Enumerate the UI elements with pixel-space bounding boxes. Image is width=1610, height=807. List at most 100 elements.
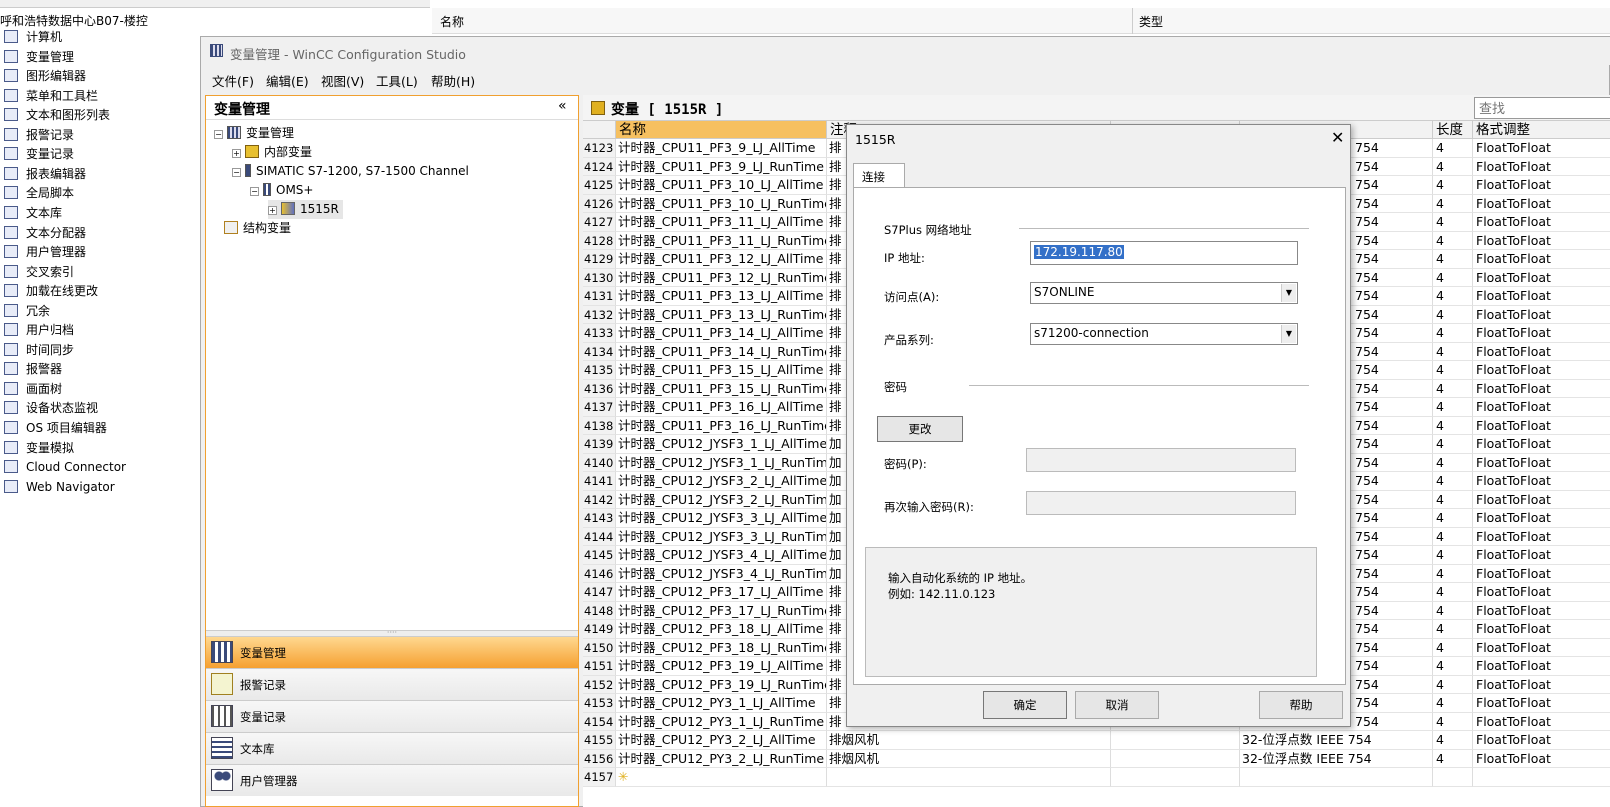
tag-name-cell[interactable]: 计时器_CPU11_PF3_13_LJ_RunTime bbox=[616, 305, 827, 324]
tag-length-cell[interactable]: 4 bbox=[1433, 601, 1473, 620]
row-number-cell[interactable]: 4146 bbox=[583, 564, 616, 583]
tag-format-cell[interactable]: FloatToFloat bbox=[1473, 639, 1610, 657]
tag-name-cell[interactable]: 计时器_CPU12_JYSF3_3_LJ_RunTim bbox=[616, 527, 827, 546]
tag-length-cell[interactable]: 4 bbox=[1433, 157, 1473, 176]
tag-length-cell[interactable]: 4 bbox=[1433, 749, 1473, 768]
tag-format-cell[interactable]: FloatToFloat bbox=[1473, 361, 1610, 380]
menu-tools[interactable]: 工具(L) bbox=[376, 71, 418, 90]
ip-address-input[interactable]: 172.19.117.80 bbox=[1030, 241, 1298, 265]
tag-name-cell[interactable]: 计时器_CPU12_PY3_1_LJ_AllTime bbox=[616, 694, 827, 713]
tag-name-cell[interactable]: 计时器_CPU11_PF3_14_LJ_AllTime bbox=[616, 324, 827, 343]
tag-length-cell[interactable]: 4 bbox=[1433, 268, 1473, 287]
project-tree-item[interactable]: 用户归档 bbox=[0, 321, 74, 341]
blank-cell[interactable] bbox=[1111, 749, 1240, 768]
tag-name-cell[interactable]: 计时器_CPU12_JYSF3_1_LJ_RunTim bbox=[616, 453, 827, 472]
tag-format-cell[interactable]: FloatToFloat bbox=[1473, 250, 1610, 269]
tag-name-cell[interactable]: 计时器_CPU12_PF3_19_LJ_RunTime bbox=[616, 675, 827, 694]
tag-format-cell[interactable]: FloatToFloat bbox=[1473, 472, 1610, 491]
tag-format-cell[interactable]: FloatToFloat bbox=[1473, 694, 1610, 713]
row-number-cell[interactable]: 4147 bbox=[583, 583, 616, 602]
search-input[interactable] bbox=[1474, 97, 1610, 119]
tag-length-cell[interactable]: 4 bbox=[1433, 657, 1473, 676]
tag-format-cell[interactable]: FloatToFloat bbox=[1473, 176, 1610, 195]
expand-toggle-icon[interactable]: + bbox=[232, 149, 241, 158]
tag-length-cell[interactable]: 4 bbox=[1433, 731, 1473, 750]
tag-format-cell[interactable]: FloatToFloat bbox=[1473, 380, 1610, 398]
tag-format-cell[interactable]: FloatToFloat bbox=[1473, 528, 1610, 546]
tree-item-oms[interactable]: − OMS+ bbox=[250, 181, 313, 200]
menu-help[interactable]: 帮助(H) bbox=[431, 71, 475, 90]
tag-length-cell[interactable]: 4 bbox=[1433, 342, 1473, 361]
cancel-button[interactable]: 取消 bbox=[1075, 691, 1159, 719]
tag-length-cell[interactable]: 4 bbox=[1433, 305, 1473, 324]
row-number-cell[interactable]: 4129 bbox=[583, 250, 616, 269]
tag-format-cell[interactable]: FloatToFloat bbox=[1473, 657, 1610, 676]
tag-name-cell[interactable]: 计时器_CPU12_JYSF3_1_LJ_AllTime bbox=[616, 435, 827, 454]
row-number-cell[interactable]: 4128 bbox=[583, 231, 616, 250]
tag-format-cell[interactable]: FloatToFloat bbox=[1473, 713, 1610, 731]
tag-length-cell[interactable]: 4 bbox=[1433, 583, 1473, 602]
tag-format-cell[interactable]: FloatToFloat bbox=[1473, 232, 1610, 250]
tag-name-cell[interactable]: 计时器_CPU12_PY3_2_LJ_AllTime bbox=[616, 731, 827, 750]
menu-view[interactable]: 视图(V) bbox=[321, 71, 364, 90]
chevron-down-icon[interactable]: ▼ bbox=[1281, 325, 1296, 343]
access-point-select[interactable]: S7ONLINE ▼ bbox=[1030, 282, 1298, 304]
tag-name-cell[interactable]: 计时器_CPU12_PY3_1_LJ_RunTime bbox=[616, 712, 827, 731]
row-number-cell[interactable]: 4134 bbox=[583, 342, 616, 361]
tag-format-cell[interactable]: FloatToFloat bbox=[1473, 139, 1610, 158]
tag-length-cell[interactable]: 4 bbox=[1433, 361, 1473, 380]
nav-alarm-logging[interactable]: 报警记录 bbox=[206, 668, 578, 700]
row-number-cell[interactable]: 4142 bbox=[583, 490, 616, 509]
tag-length-cell[interactable]: 4 bbox=[1433, 250, 1473, 269]
tree-item-s7-channel[interactable]: − SIMATIC S7-1200, S7-1500 Channel bbox=[232, 162, 469, 181]
tag-name-cell[interactable]: 计时器_CPU11_PF3_9_LJ_RunTime bbox=[616, 157, 827, 176]
collapse-toggle-icon[interactable]: − bbox=[250, 187, 259, 196]
nav-tag-management[interactable]: 变量管理 bbox=[206, 636, 578, 668]
table-row[interactable]: 4155 计时器_CPU12_PY3_2_LJ_AllTime 排烟风机 32-位浮点… bbox=[583, 731, 1610, 750]
project-tree-item[interactable]: 冗余 bbox=[0, 302, 50, 322]
tag-format-cell[interactable]: FloatToFloat bbox=[1473, 731, 1610, 750]
tag-format-cell[interactable]: FloatToFloat bbox=[1473, 602, 1610, 620]
tag-length-cell[interactable]: 4 bbox=[1433, 324, 1473, 343]
tag-format-cell[interactable]: FloatToFloat bbox=[1473, 324, 1610, 343]
row-number-cell[interactable]: 4137 bbox=[583, 398, 616, 417]
row-number-cell[interactable]: 4155 bbox=[583, 731, 616, 750]
row-number-cell[interactable]: 4154 bbox=[583, 712, 616, 731]
tag-length-cell[interactable]: 4 bbox=[1433, 139, 1473, 158]
project-tree-item[interactable]: 全局脚本 bbox=[0, 184, 74, 204]
tag-name-cell[interactable]: 计时器_CPU11_PF3_14_LJ_RunTime bbox=[616, 342, 827, 361]
tag-length-cell[interactable]: 4 bbox=[1433, 490, 1473, 509]
tag-format-cell[interactable]: FloatToFloat bbox=[1473, 750, 1610, 768]
blank-cell[interactable] bbox=[1111, 731, 1240, 750]
tag-format-cell[interactable]: FloatToFloat bbox=[1473, 398, 1610, 417]
tag-name-cell[interactable]: 计时器_CPU12_JYSF3_3_LJ_AllTime bbox=[616, 509, 827, 528]
tag-name-cell[interactable]: 计时器_CPU11_PF3_12_LJ_AllTime bbox=[616, 250, 827, 269]
project-tree-item[interactable]: 计算机 bbox=[0, 28, 62, 48]
tag-name-cell[interactable]: 计时器_CPU12_JYSF3_2_LJ_RunTim bbox=[616, 490, 827, 509]
menu-file[interactable]: 文件(F) bbox=[212, 71, 254, 90]
row-number-cell[interactable]: 4150 bbox=[583, 638, 616, 657]
project-tree-item[interactable]: 报警记录 bbox=[0, 126, 74, 146]
tag-format-cell[interactable]: FloatToFloat bbox=[1473, 417, 1610, 435]
row-number-cell[interactable]: 4144 bbox=[583, 527, 616, 546]
tag-name-cell[interactable]: 计时器_CPU11_PF3_11_LJ_RunTime bbox=[616, 231, 827, 250]
tag-format-cell[interactable]: FloatToFloat bbox=[1473, 620, 1610, 639]
project-tree-item[interactable]: 文本库 bbox=[0, 204, 62, 224]
project-tree-item[interactable]: OS 项目编辑器 bbox=[0, 419, 107, 439]
tag-length-cell[interactable]: 4 bbox=[1433, 564, 1473, 583]
tag-name-cell[interactable]: 计时器_CPU11_PF3_15_LJ_AllTime bbox=[616, 361, 827, 380]
tag-datatype-cell[interactable] bbox=[1240, 768, 1433, 787]
tag-format-cell[interactable]: FloatToFloat bbox=[1473, 491, 1610, 509]
project-tree-item[interactable]: 变量模拟 bbox=[0, 439, 74, 459]
tag-format-cell[interactable]: FloatToFloat bbox=[1473, 306, 1610, 324]
row-number-cell[interactable]: 4152 bbox=[583, 675, 616, 694]
tag-format-cell[interactable]: FloatToFloat bbox=[1473, 565, 1610, 583]
project-tree-item[interactable]: 文本和图形列表 bbox=[0, 106, 110, 126]
row-number-cell[interactable]: 4148 bbox=[583, 601, 616, 620]
tag-length-cell[interactable]: 4 bbox=[1433, 176, 1473, 195]
project-tree-item[interactable]: 用户管理器 bbox=[0, 243, 86, 263]
tag-format-cell[interactable]: FloatToFloat bbox=[1473, 287, 1610, 306]
tag-name-cell[interactable]: 计时器_CPU11_PF3_16_LJ_RunTime bbox=[616, 416, 827, 435]
tag-name-cell[interactable]: 计时器_CPU11_PF3_15_LJ_RunTime bbox=[616, 379, 827, 398]
row-number-cell[interactable]: 4126 bbox=[583, 194, 616, 213]
